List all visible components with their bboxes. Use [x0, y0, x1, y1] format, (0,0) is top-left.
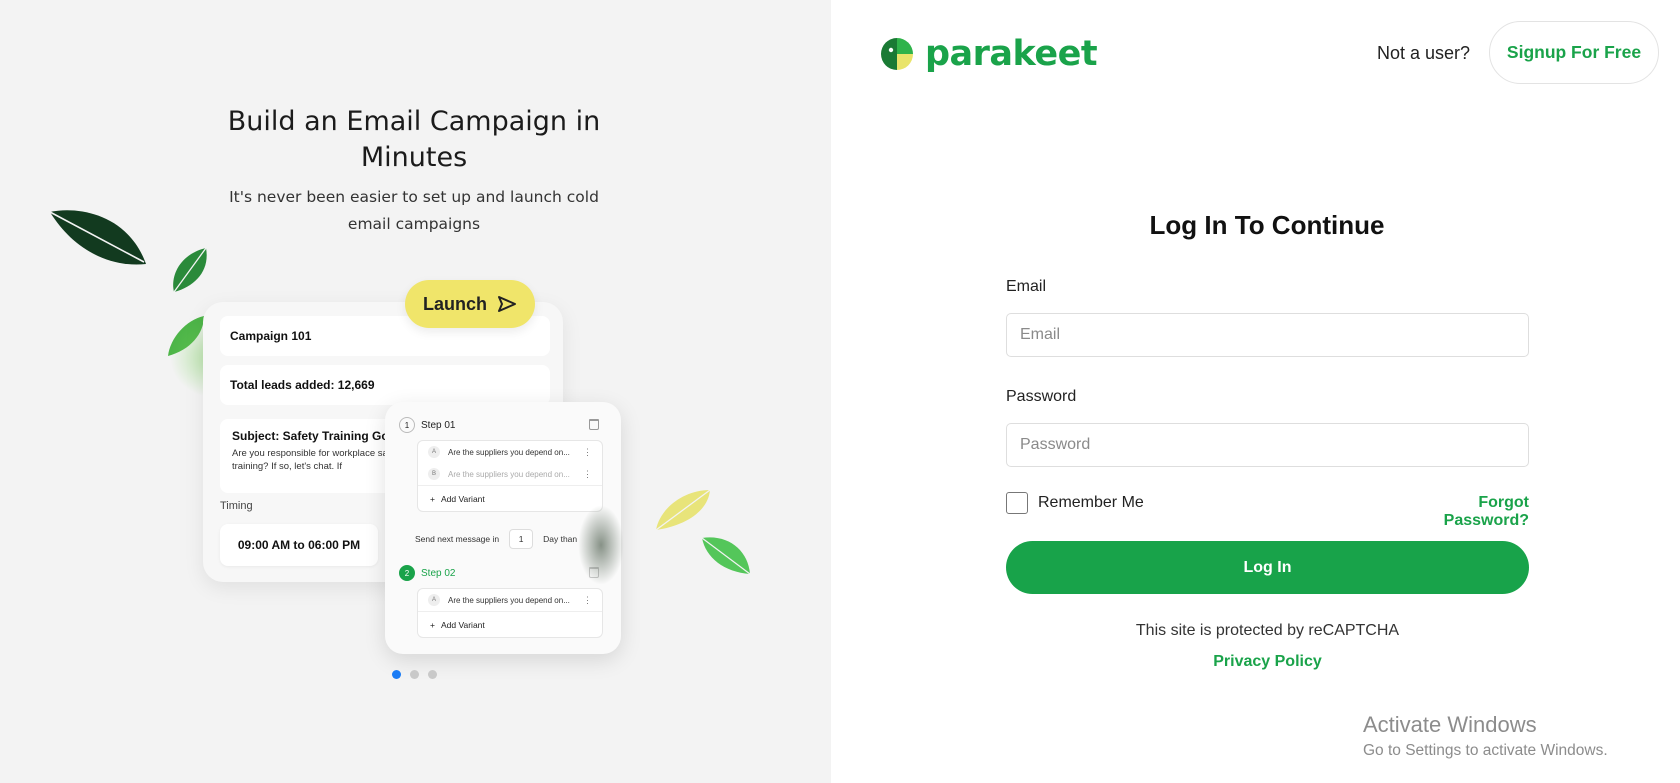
add-variant: + Add Variant: [418, 611, 602, 637]
plus-icon: +: [430, 619, 435, 630]
add-variant: + Add Variant: [418, 485, 602, 511]
step-number: 2: [399, 565, 415, 581]
light-green-leaf-icon: [701, 537, 751, 575]
step-01-variants: A Are the suppliers you depend on... ⋮ B…: [417, 440, 603, 512]
brand-name: parakeet: [925, 34, 1098, 74]
send-next-unit: Day than: [543, 534, 578, 544]
remember-me-checkbox[interactable]: [1006, 492, 1028, 514]
send-arrow-icon: [498, 296, 516, 312]
remember-me-label: Remember Me: [1038, 494, 1144, 511]
privacy-policy-link[interactable]: Privacy Policy: [1006, 653, 1529, 671]
email-body-preview: Are you responsible for workplace safety…: [232, 448, 404, 472]
more-icon: ⋮: [583, 594, 592, 605]
parakeet-logo-icon: [881, 38, 913, 70]
trash-icon: [589, 419, 599, 430]
variant-letter: A: [428, 594, 440, 606]
forgot-password-link[interactable]: Forgot Password?: [1405, 494, 1529, 530]
step-label: Step 02: [421, 567, 456, 579]
step-02-header: 2 Step 02: [399, 564, 455, 582]
variant-letter: A: [428, 446, 440, 458]
step-number: 1: [399, 417, 415, 433]
variant-row: B Are the suppliers you depend on... ⋮: [418, 463, 602, 485]
green-leaf-icon: [173, 247, 207, 293]
step-label: Step 01: [421, 419, 456, 431]
not-user-text: Not a user?: [1377, 43, 1471, 63]
variant-text: Are the suppliers you depend on...: [448, 469, 570, 479]
hero-title: Build an Email Campaign in Minutes: [227, 106, 601, 173]
variant-text: Are the suppliers you depend on...: [448, 447, 570, 457]
password-label: Password: [1006, 388, 1077, 405]
windows-activation-watermark: Activate Windows Go to Settings to activ…: [1363, 712, 1608, 760]
total-leads: Total leads added: 12,669: [220, 365, 550, 405]
variant-text: Are the suppliers you depend on...: [448, 595, 570, 605]
watermark-title: Activate Windows: [1363, 712, 1537, 737]
carousel-dot-3[interactable]: [428, 670, 437, 679]
launch-label: Launch: [422, 293, 487, 314]
password-field[interactable]: [1006, 423, 1529, 467]
timing-value: 09:00 AM to 06:00 PM: [220, 524, 378, 566]
timing-label: Timing: [220, 500, 253, 512]
add-variant-label: Add Variant: [440, 619, 485, 630]
variant-row: A Are the suppliers you depend on... ⋮: [418, 441, 602, 463]
more-icon: ⋮: [583, 468, 592, 479]
step-02-variants: A Are the suppliers you depend on... ⋮ +…: [417, 588, 603, 638]
dark-leaf-icon: [49, 210, 146, 265]
page-title: Log In To Continue: [1149, 210, 1385, 240]
variant-letter: B: [428, 468, 440, 480]
remember-me[interactable]: Remember Me: [1006, 492, 1144, 514]
signup-button[interactable]: Signup For Free: [1489, 21, 1659, 84]
email-subject: Subject: Safety Training Go: [232, 429, 389, 443]
send-next-value: 1: [509, 529, 534, 549]
email-label: Email: [1006, 278, 1047, 295]
email-field[interactable]: [1006, 313, 1529, 357]
send-next-label: Send next message in: [415, 534, 500, 544]
carousel-dot-2[interactable]: [410, 670, 419, 679]
hero-subtitle: It's never been easier to set up and lau…: [229, 188, 599, 233]
hero-panel: Build an Email Campaign in Minutes It's …: [0, 0, 831, 783]
more-icon: ⋮: [583, 446, 592, 457]
recaptcha-notice: This site is protected by reCAPTCHA: [1135, 622, 1400, 639]
plus-icon: +: [430, 493, 435, 504]
add-variant-label: Add Variant: [440, 493, 485, 504]
yellow-leaf-icon: [655, 489, 711, 531]
launch-badge: Launch: [405, 280, 535, 328]
carousel-dot-1[interactable]: [392, 670, 401, 679]
step-01-header: 1 Step 01: [399, 416, 455, 434]
decorative-blur: [578, 505, 624, 585]
login-button[interactable]: Log In: [1006, 541, 1529, 594]
carousel-indicators: [392, 670, 437, 679]
watermark-subtitle: Go to Settings to activate Windows.: [1363, 742, 1608, 759]
variant-row: A Are the suppliers you depend on... ⋮: [418, 589, 602, 611]
brand-logo[interactable]: parakeet: [879, 34, 1098, 74]
